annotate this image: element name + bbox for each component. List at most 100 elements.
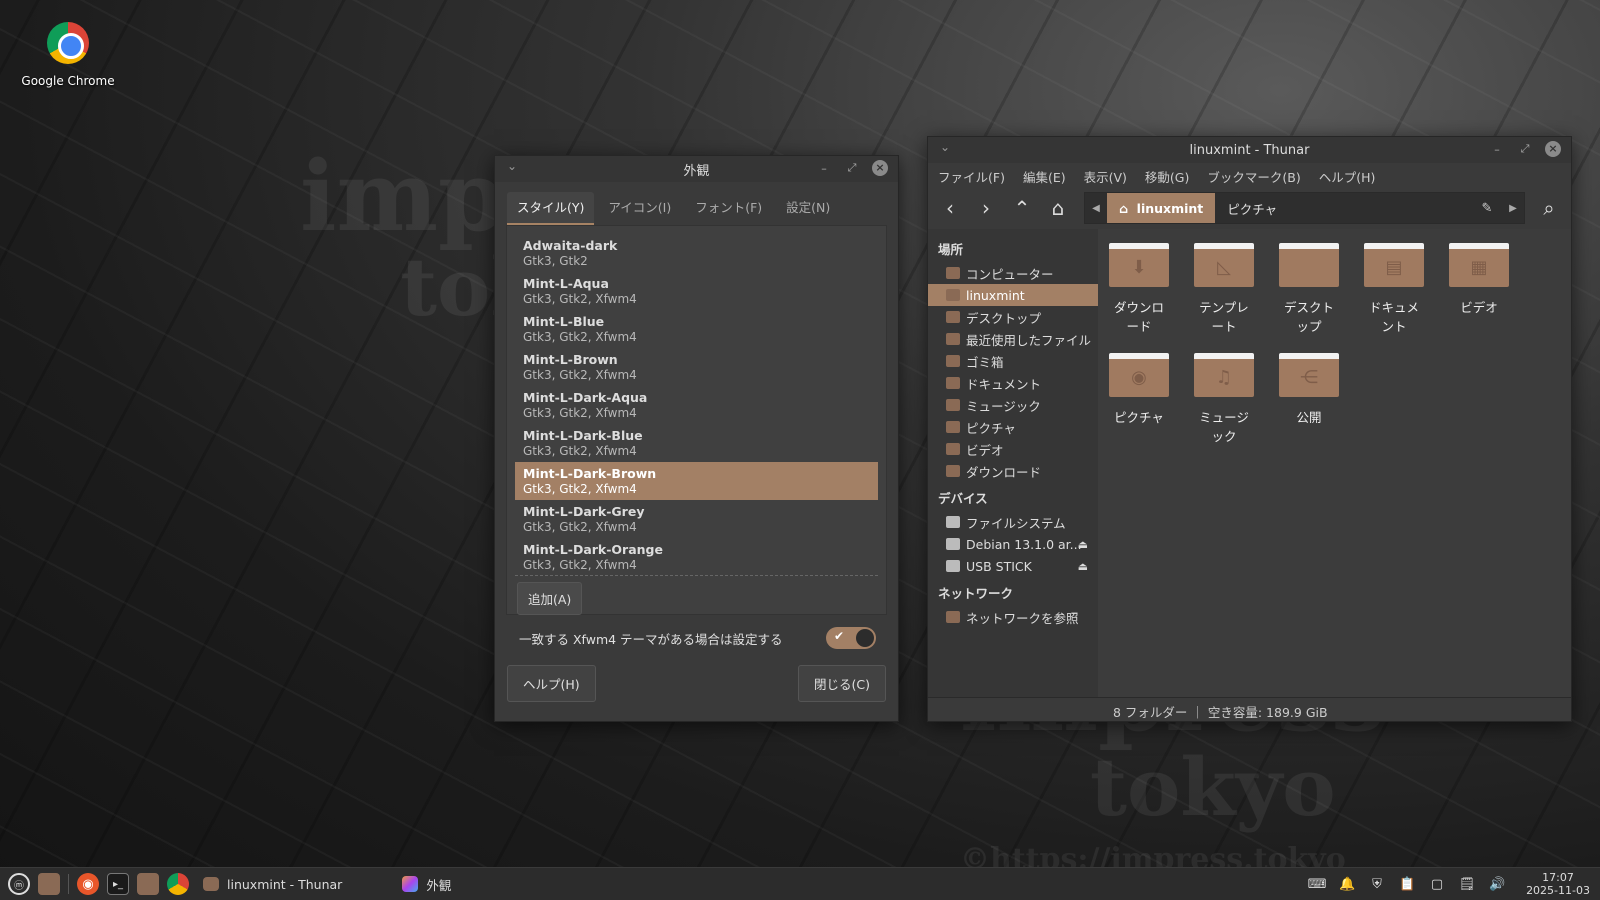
taskbar: ⓜ ◉ ▸_ linuxmint - Thunar 外観 ⌨ 🔔 ⛨ 📋 ▢ 🗒… [0, 867, 1600, 900]
eject-icon[interactable]: ⏏ [1078, 560, 1088, 573]
sidebar-item[interactable]: ドキュメント [928, 372, 1098, 394]
eject-icon[interactable]: ⏏ [1078, 538, 1088, 551]
close-icon[interactable]: × [1545, 141, 1561, 157]
xfwm-toggle[interactable]: ✔ [826, 627, 876, 649]
path-segment-pictures[interactable]: ピクチャ [1215, 193, 1289, 223]
menubar: ファイル(F) 編集(E) 表示(V) 移動(G) ブックマーク(B) ヘルプ(H) [928, 163, 1571, 187]
tab-1[interactable]: アイコン(I) [598, 192, 681, 225]
sidebar-item-label: 最近使用したファイル [966, 332, 1092, 348]
theme-item[interactable]: Mint-L-Dark-Brown Gtk3, Gtk2, Xfwm4 [515, 462, 878, 500]
search-icon[interactable]: ⌕ [1533, 192, 1565, 224]
task-thunar[interactable]: linuxmint - Thunar [203, 877, 342, 892]
add-button[interactable]: 追加(A) [517, 582, 583, 615]
show-desktop-icon[interactable] [38, 873, 60, 895]
maximize-icon[interactable]: ⤢ [1517, 142, 1533, 156]
tab-0[interactable]: スタイル(Y) [507, 192, 595, 225]
sidebar-item-label: Debian 13.1.0 ar... [966, 536, 1082, 552]
theme-item[interactable]: Adwaita-dark Gtk3, Gtk2 [515, 234, 878, 272]
toggle-knob [856, 629, 874, 647]
path-left-arrow-icon[interactable]: ◀ [1085, 193, 1107, 223]
desktop-icon-chrome[interactable]: Google Chrome [20, 22, 116, 88]
theme-item[interactable]: Mint-L-Brown Gtk3, Gtk2, Xfwm4 [515, 348, 878, 386]
minimize-icon[interactable]: – [816, 162, 832, 175]
folder-icon [946, 377, 960, 389]
clock[interactable]: 17:07 2025-11-03 [1526, 871, 1590, 897]
sidebar-item[interactable]: デスクトップ [928, 306, 1098, 328]
folder-item[interactable]: ▦ ビデオ [1448, 243, 1510, 335]
forward-icon[interactable]: › [970, 192, 1002, 224]
theme-item[interactable]: Mint-L-Dark-Blue Gtk3, Gtk2, Xfwm4 [515, 424, 878, 462]
titlebar[interactable]: ⌄ linuxmint - Thunar – ⤢ × [928, 137, 1571, 163]
theme-item[interactable]: Mint-L-Dark-Grey Gtk3, Gtk2, Xfwm4 [515, 500, 878, 538]
folder-icon [946, 333, 960, 345]
task-appearance[interactable]: 外観 [402, 875, 451, 894]
folder-item[interactable]: ◺ テンプレート [1193, 243, 1255, 335]
folder-item[interactable]: ♫ ミュージック [1193, 353, 1255, 445]
theme-item[interactable]: Mint-L-Dark-Aqua Gtk3, Gtk2, Xfwm4 [515, 386, 878, 424]
sidebar-item[interactable]: ミュージック [928, 394, 1098, 416]
maximize-icon[interactable]: ⤢ [844, 161, 860, 175]
sidebar-item[interactable]: ダウンロード [928, 460, 1098, 482]
volume-icon[interactable]: 🔊 [1488, 875, 1506, 893]
sidebar-item[interactable]: USB STICK ⏏ [928, 555, 1098, 577]
theme-list[interactable]: Adwaita-dark Gtk3, Gtk2 Mint-L-Aqua Gtk3, G… [515, 234, 878, 576]
folder-icon[interactable] [137, 873, 159, 895]
sidebar-item[interactable]: ネットワークを参照 [928, 606, 1098, 628]
chrome-icon[interactable] [167, 873, 189, 895]
mint-menu-icon[interactable]: ⓜ [8, 873, 30, 895]
close-icon[interactable]: × [872, 160, 888, 176]
clipboard-icon[interactable]: 📋 [1398, 875, 1416, 893]
sidebar-item[interactable]: ピクチャ [928, 416, 1098, 438]
firefox-icon[interactable]: ◉ [77, 873, 99, 895]
keyboard-icon[interactable]: ⌨ [1308, 875, 1327, 893]
menu-item[interactable]: ヘルプ(H) [1319, 167, 1376, 185]
folder-item[interactable]: ⋲ 公開 [1278, 353, 1340, 445]
sidebar-item-label: USB STICK [966, 558, 1032, 574]
theme-item[interactable]: Mint-L-Blue Gtk3, Gtk2, Xfwm4 [515, 310, 878, 348]
terminal-icon[interactable]: ▸_ [107, 873, 129, 895]
sidebar-item[interactable]: ファイルシステム [928, 511, 1098, 533]
sidebar-item[interactable]: linuxmint [928, 284, 1098, 306]
sidebar-item[interactable]: Debian 13.1.0 ar... ⏏ [928, 533, 1098, 555]
theme-engines: Gtk3, Gtk2 [523, 254, 588, 268]
pencil-icon[interactable]: ✎ [1472, 193, 1502, 223]
sidebar-header: デバイス [938, 491, 988, 506]
menu-item[interactable]: 表示(V) [1084, 167, 1127, 185]
tab-2[interactable]: フォント(F) [685, 192, 772, 225]
theme-item[interactable]: Mint-L-Aqua Gtk3, Gtk2, Xfwm4 [515, 272, 878, 310]
sidebar-item[interactable]: 最近使用したファイル [928, 328, 1098, 350]
update-icon[interactable]: 🗒 [1458, 875, 1476, 893]
sidebar-item[interactable]: コンピューター [928, 262, 1098, 284]
window-icon[interactable]: ▢ [1428, 875, 1446, 893]
up-icon[interactable]: ⌃ [1006, 192, 1038, 224]
folder-glyph: ◉ [1131, 367, 1147, 388]
folder-item[interactable]: デスクトップ [1278, 243, 1340, 335]
folder-icon: ⋲ [1279, 353, 1339, 397]
help-button[interactable]: ヘルプ(H) [507, 665, 596, 702]
notification-bell-icon[interactable]: 🔔 [1338, 875, 1356, 893]
folder-label: ピクチャ [1114, 410, 1164, 425]
sidebar-item[interactable]: ビデオ [928, 438, 1098, 460]
folder-item[interactable]: ◉ ピクチャ [1108, 353, 1170, 445]
window-menu-icon[interactable]: ⌄ [940, 140, 950, 154]
menu-item[interactable]: 編集(E) [1023, 167, 1066, 185]
back-icon[interactable]: ‹ [934, 192, 966, 224]
folder-item[interactable]: ⬇ ダウンロード [1108, 243, 1170, 335]
path-segment-home[interactable]: ⌂ linuxmint [1107, 193, 1216, 223]
shield-icon[interactable]: ⛨ [1368, 875, 1386, 893]
folder-icon [946, 289, 960, 301]
menu-item[interactable]: ブックマーク(B) [1207, 167, 1300, 185]
close-button[interactable]: 閉じる(C) [798, 665, 886, 702]
sidebar-item[interactable]: ゴミ箱 [928, 350, 1098, 372]
titlebar[interactable]: ⌄ 外観 – ⤢ × [495, 156, 898, 182]
home-icon[interactable]: ⌂ [1042, 192, 1074, 224]
menu-item[interactable]: 移動(G) [1145, 167, 1189, 185]
theme-item[interactable]: Mint-L-Dark-Orange Gtk3, Gtk2, Xfwm4 [515, 538, 878, 575]
tab-3[interactable]: 設定(N) [776, 192, 840, 225]
path-right-arrow-icon[interactable]: ▶ [1502, 193, 1524, 223]
window-menu-icon[interactable]: ⌄ [507, 159, 517, 173]
minimize-icon[interactable]: – [1489, 143, 1505, 156]
folder-item[interactable]: ▤ ドキュメント [1363, 243, 1425, 335]
menu-item[interactable]: ファイル(F) [938, 167, 1005, 185]
folder-icon [946, 611, 960, 623]
